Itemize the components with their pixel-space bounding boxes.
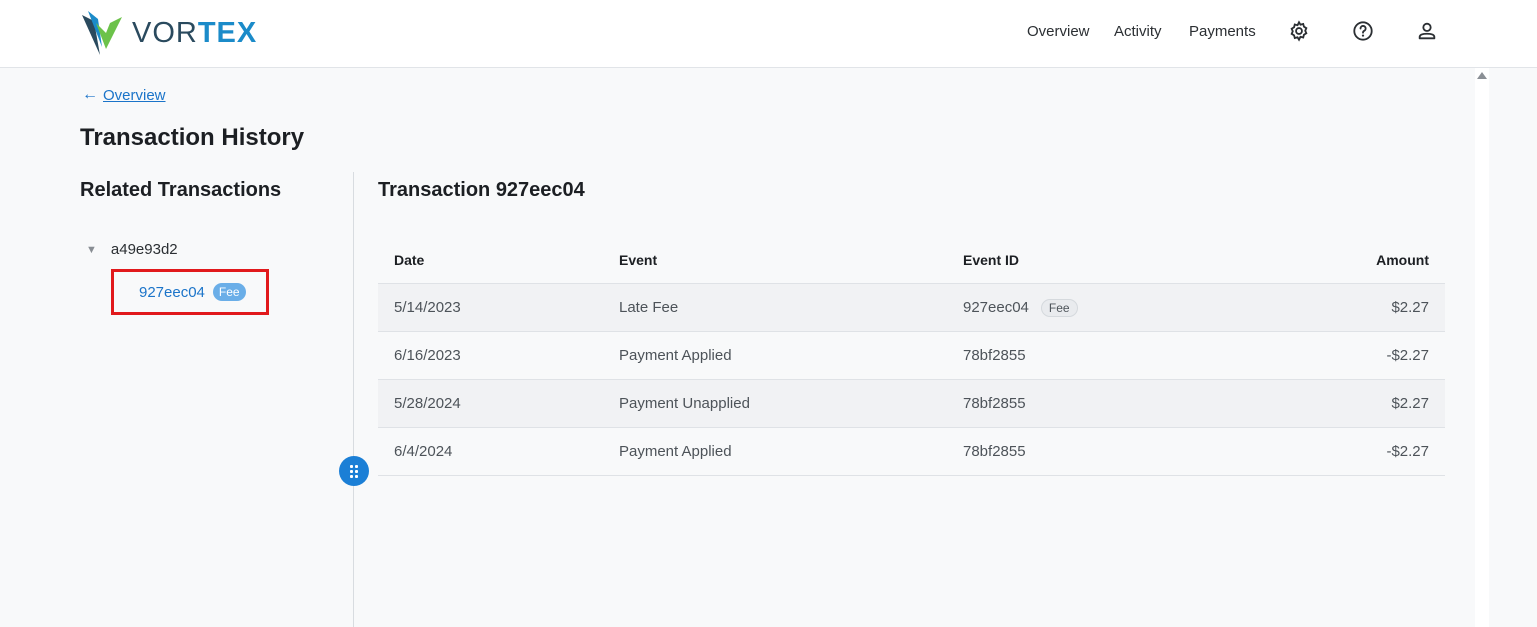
cell-event: Late Fee [619,299,679,316]
cell-event-id: 78bf2855 [963,395,1026,412]
nav-link-payments[interactable]: Payments [1189,23,1256,40]
tree-parent-label: a49e93d2 [110,241,178,258]
column-header-event-id[interactable]: Event ID [963,252,1019,268]
page-title: Transaction History [80,124,305,151]
nav-link-overview-wrap: Overview [1027,0,1090,62]
cell-event-id: 78bf2855 [963,347,1026,364]
fee-badge: Fee [1040,298,1078,317]
table-row[interactable]: 5/28/2024 Payment Unapplied 78bf2855 $2.… [378,380,1445,428]
vortex-logo[interactable]: VORTEX [80,8,257,58]
event-id-text: 78bf2855 [963,395,1026,412]
tree-item-selected[interactable]: 927eec04 Fee [111,269,269,315]
panel-divider [353,172,354,627]
cell-amount: -$2.27 [1386,347,1429,364]
event-id-text: 78bf2855 [963,443,1026,460]
table-header-row: Date Event Event ID Amount [378,236,1445,284]
column-header-amount[interactable]: Amount [1376,252,1429,268]
brand-wordmark: VORTEX [132,17,257,50]
brand-text-primary: VOR [132,16,198,49]
help-button[interactable] [1351,19,1375,43]
cell-date: 6/4/2024 [394,443,453,460]
cell-event: Payment Applied [619,443,732,460]
caret-down-icon[interactable]: ▼ [86,244,97,256]
nav-link-payments-wrap: Payments [1189,0,1256,62]
resize-handle[interactable] [339,456,369,486]
gear-icon [1290,20,1308,42]
table-row[interactable]: 5/14/2023 Late Fee 927eec04 Fee $2.27 [378,284,1445,332]
column-header-date[interactable]: Date [394,252,424,268]
cell-date: 5/14/2023 [394,299,461,316]
arrow-left-icon: ← [82,86,98,103]
table-row[interactable]: 6/16/2023 Payment Applied 78bf2855 -$2.2… [378,332,1445,380]
drag-handle-icon [350,464,358,478]
profile-button[interactable] [1415,19,1439,43]
cell-amount: $2.27 [1391,395,1429,412]
nav-link-activity[interactable]: Activity [1114,23,1162,40]
cell-event-id: 927eec04 Fee [963,298,1078,317]
scrollbar[interactable] [1475,68,1489,627]
nav-link-activity-wrap: Activity [1114,0,1162,62]
related-transactions-title: Related Transactions [80,179,282,201]
cell-amount: -$2.27 [1386,443,1429,460]
settings-button[interactable] [1287,19,1311,43]
fee-badge: Fee [212,283,246,301]
transaction-table: Date Event Event ID Amount 5/14/2023 Lat… [378,236,1445,476]
help-icon [1353,21,1373,41]
nav-link-overview[interactable]: Overview [1027,23,1090,40]
column-header-event[interactable]: Event [619,252,657,268]
top-navigation-bar: VORTEX Overview Activity Payments [0,0,1537,68]
cell-date: 6/16/2023 [394,347,461,364]
event-id-text: 78bf2855 [963,347,1026,364]
scroll-up-arrow-icon[interactable] [1477,72,1487,79]
user-icon [1418,22,1436,40]
brand-text-secondary: TEX [197,16,258,49]
tree-item-parent[interactable]: ▼ a49e93d2 [86,241,178,258]
cell-event-id: 78bf2855 [963,443,1026,460]
cell-date: 5/28/2024 [394,395,461,412]
vortex-logo-mark-icon [82,11,122,55]
back-link-label: Overview [103,86,166,104]
tree-child-link[interactable]: 927eec04 [139,284,205,301]
cell-event: Payment Unapplied [619,395,750,412]
transaction-detail-title: Transaction 927eec04 [378,179,585,201]
cell-amount: $2.27 [1391,299,1429,316]
table-row[interactable]: 6/4/2024 Payment Applied 78bf2855 -$2.27 [378,428,1445,476]
cell-event: Payment Applied [619,347,732,364]
back-to-overview-link[interactable]: ← Overview [82,86,166,104]
event-id-text: 927eec04 [963,299,1029,316]
